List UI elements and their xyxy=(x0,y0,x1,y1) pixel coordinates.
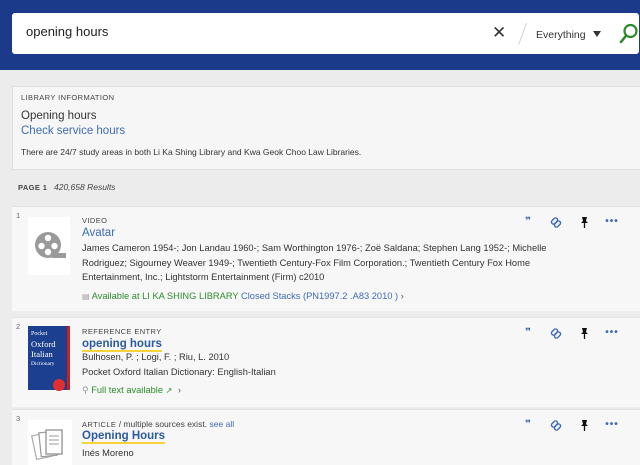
result-type: VIDEO xyxy=(82,216,108,225)
film-reel-icon xyxy=(28,217,70,275)
cover-line: Dictionary xyxy=(31,361,55,367)
header-bar: ✕ Everything xyxy=(0,0,640,70)
building-icon: ▤ xyxy=(82,292,90,301)
article-pages-icon xyxy=(28,420,72,465)
availability-status: Available at LI KA SHING LIBRARY xyxy=(91,291,239,301)
link-icon[interactable] xyxy=(542,215,570,229)
search-input[interactable] xyxy=(26,24,466,39)
page-bar: PAGE 1 420,658 Results xyxy=(12,180,640,194)
service-hours-link[interactable]: Check service hours xyxy=(21,125,125,137)
result-actions: ❞ ••• xyxy=(514,418,626,432)
result-title[interactable]: Opening Hours xyxy=(82,430,166,444)
cover-logo xyxy=(53,379,65,391)
availability[interactable]: ▤ Available at LI KA SHING LIBRARY Close… xyxy=(82,291,404,301)
result-item[interactable]: 3 ARTICLE / multiple sources exist. see … xyxy=(12,409,640,465)
result-actions: ❞ ••• xyxy=(514,326,626,340)
result-meta: Inés Moreno xyxy=(82,446,582,461)
chevron-down-icon[interactable] xyxy=(593,31,601,37)
link-icon[interactable] xyxy=(542,418,570,432)
result-number: 3 xyxy=(16,414,21,423)
meta-line: James Cameron 1954-; Jon Landau 1960-; S… xyxy=(82,243,547,253)
pin-icon[interactable] xyxy=(570,418,598,432)
result-type: REFERENCE ENTRY xyxy=(82,327,162,336)
results-count: 420,658 Results xyxy=(54,182,116,192)
meta-line: Inés Moreno xyxy=(82,448,134,458)
result-title[interactable]: Avatar xyxy=(82,227,115,239)
cover-line: Pocket xyxy=(31,331,48,337)
page-number: PAGE 1 xyxy=(18,183,48,192)
info-title: Opening hours xyxy=(21,110,97,122)
chevron-right-icon[interactable]: › xyxy=(401,291,404,301)
see-all-link[interactable]: see all xyxy=(210,419,235,429)
more-options-icon[interactable]: ••• xyxy=(598,215,626,229)
pin-icon[interactable] xyxy=(570,215,598,229)
type-extra: / multiple sources exist. xyxy=(116,419,208,429)
result-item[interactable]: 1 VIDEO Avatar James Cameron 1954-; Jon … xyxy=(12,206,640,311)
search-box[interactable]: ✕ Everything xyxy=(12,13,639,54)
result-meta: Bulhosen, P. ; Logi, F. ; Riu, L. 2010 P… xyxy=(82,350,582,379)
cite-icon[interactable]: ❞ xyxy=(514,326,542,340)
link-icon[interactable] xyxy=(542,326,570,340)
result-number: 2 xyxy=(16,322,21,331)
info-description: There are 24/7 study areas in both Li Ka… xyxy=(21,147,362,157)
availability[interactable]: ⚲ Full text available ↗ › xyxy=(82,385,181,396)
meta-line: Entertainment, Inc.; Lightstorm Entertai… xyxy=(82,272,325,282)
result-type: ARTICLE / multiple sources exist. see al… xyxy=(82,419,234,429)
library-info-panel: LIBRARY INFORMATION Opening hours Check … xyxy=(12,86,640,170)
meta-line: Pocket Oxford Italian Dictionary: Englis… xyxy=(82,366,276,377)
more-options-icon[interactable]: ••• xyxy=(598,326,626,340)
result-actions: ❞ ••• xyxy=(514,215,626,229)
close-icon[interactable]: ✕ xyxy=(492,23,506,43)
type-label: ARTICLE xyxy=(82,420,117,429)
cover-line: Italian xyxy=(31,349,53,359)
cover-line: Oxford xyxy=(31,339,56,349)
scope-select[interactable]: Everything xyxy=(536,29,586,41)
availability-status[interactable]: Full text available xyxy=(91,385,163,395)
meta-line: Bulhosen, P. ; Logi, F. ; Riu, L. 2010 xyxy=(82,352,230,362)
link-icon: ⚲ xyxy=(82,385,89,395)
info-label: LIBRARY INFORMATION xyxy=(21,93,115,102)
result-meta: James Cameron 1954-; Jon Landau 1960-; S… xyxy=(82,241,582,285)
location-link[interactable]: Closed Stacks (PN1997.2 .A83 2010 ) xyxy=(241,291,398,301)
result-number: 1 xyxy=(16,211,21,220)
more-options-icon[interactable]: ••• xyxy=(598,418,626,432)
search-icon[interactable] xyxy=(619,23,639,45)
cite-icon[interactable]: ❞ xyxy=(514,215,542,229)
external-link-icon: ↗ xyxy=(165,386,173,395)
cite-icon[interactable]: ❞ xyxy=(514,418,542,432)
pin-icon[interactable] xyxy=(570,326,598,340)
chevron-right-icon[interactable]: › xyxy=(178,385,181,395)
meta-line: Rodriguez; Sigourney Weaver 1949-; Twent… xyxy=(82,257,531,268)
book-cover-image: Pocket Oxford Italian Dictionary xyxy=(28,326,70,391)
divider xyxy=(517,23,528,45)
result-item[interactable]: 2 Pocket Oxford Italian Dictionary REFER… xyxy=(12,317,640,407)
